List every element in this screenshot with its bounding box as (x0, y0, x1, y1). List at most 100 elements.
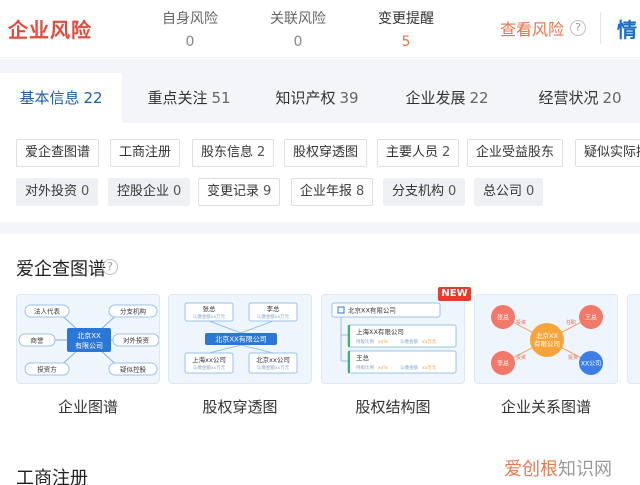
tab-development[interactable]: 企业发展 22 (390, 73, 504, 123)
risk-stat-label: 自身风险 (162, 11, 218, 27)
equity-structure-preview: 北京XX有限公司 上海XX有限公司 王总 持股比例 xx% 认缴金额 xx万元 … (331, 302, 457, 374)
chip-label: 变更记录 (207, 184, 260, 199)
card-equity-structure[interactable]: 北京XX有限公司 上海XX有限公司 王总 持股比例 xx% 认缴金额 xx万元 … (321, 294, 465, 384)
chip-label: 工商注册 (119, 145, 172, 160)
chip-label: 企业受益股东 (476, 145, 555, 160)
chip-label: 对外投资 (25, 184, 78, 199)
chip-annual-reports[interactable]: 企业年报 8 (291, 178, 374, 206)
chip-count: 0 (448, 184, 457, 199)
chip-count: 0 (526, 184, 535, 199)
chip-label: 总公司 (483, 184, 523, 199)
equity-node: 上海xx公司 (192, 355, 226, 364)
chip-label: 控股企业 (117, 184, 170, 199)
card-label[interactable]: 企业图谱 (16, 396, 160, 417)
chip-label: 爱企查图谱 (25, 145, 91, 160)
help-icon[interactable]: ? (570, 20, 586, 36)
graph-node: 商誉 (31, 336, 45, 345)
chip-branches[interactable]: 分支机构 0 (383, 178, 466, 206)
structure-meta: xx万元 (422, 339, 437, 345)
chip-change-records[interactable]: 变更记录 9 (198, 178, 281, 206)
tab-basic-info[interactable]: 基本信息 22 (0, 73, 122, 123)
risk-header: 企业风险 自身风险 0 关联风险 0 变更提醒 5 查看风险 ? 情 (0, 0, 640, 58)
chip-business-registration[interactable]: 工商注册 (110, 139, 181, 167)
relation-node: 李总 (497, 360, 509, 368)
relation-edge: 投资 (516, 354, 526, 361)
tab-label: 基本信息 (19, 89, 80, 107)
chip-holding-companies[interactable]: 控股企业 0 (108, 178, 191, 206)
tab-count: 51 (211, 89, 231, 107)
section-title: 爱企查图谱 (16, 259, 106, 280)
equity-sub: 认缴金额xx万元 (193, 364, 226, 371)
chip-outbound-investment[interactable]: 对外投资 0 (16, 178, 99, 206)
chip-key-personnel[interactable]: 主要人员 2 (377, 139, 460, 167)
graph-node: 投资方 (37, 365, 57, 374)
tab-ip[interactable]: 知识产权 39 (260, 73, 374, 123)
structure-meta: 认缴金额 (400, 338, 418, 345)
sub-nav-chips: 爱企查图谱 工商注册 股东信息 2 股权穿透图 主要人员 2 企业受益股东 疑似实际… (0, 123, 640, 223)
risk-stat-self[interactable]: 自身风险 0 (150, 8, 230, 50)
risk-stat-count: 5 (401, 34, 411, 50)
risk-stat-count: 0 (293, 34, 303, 50)
chip-count: 0 (173, 184, 182, 199)
relationship-graph-preview: 北京XX 有限公司 张总 王总 李总 XX公司 投资 任职 投资 投资 (491, 305, 603, 375)
chip-count: 2 (442, 145, 451, 160)
graph-node: 对外投资 (123, 336, 150, 345)
help-icon[interactable]: ? (102, 259, 118, 275)
relation-center-line2: 有限公司 (534, 339, 560, 348)
divider (600, 12, 601, 44)
chip-aiqicha-graph[interactable]: 爱企查图谱 (16, 139, 100, 167)
relation-edge: 投资 (568, 354, 578, 361)
equity-sub: 认缴金额xx万元 (257, 364, 290, 371)
card-partial[interactable] (627, 294, 640, 384)
relation-center-line1: 北京XX (536, 331, 558, 340)
new-badge: NEW (438, 287, 471, 301)
chip-actual-controller[interactable]: 疑似实际控 (575, 139, 640, 167)
graph-node: 分支机构 (120, 307, 147, 316)
graph-node: 法人代表 (34, 307, 61, 316)
chip-shareholders[interactable]: 股东信息 2 (192, 139, 275, 167)
chip-count: 9 (263, 184, 272, 199)
tab-key-focus[interactable]: 重点关注 51 (132, 73, 246, 123)
card-equity-penetration[interactable]: 北京XX有限公司 张总 李总 上海xx公司 北京xx公司 认缴金额xx万元 认缴… (168, 294, 312, 384)
structure-meta: 持股比例 (356, 338, 374, 345)
card-label[interactable]: 股权结构图 (321, 396, 465, 417)
tab-operations[interactable]: 经营状况 20 (520, 73, 640, 123)
risk-stat-related[interactable]: 关联风险 0 (258, 8, 338, 50)
chip-count: 0 (81, 184, 90, 199)
chip-label: 分支机构 (392, 184, 445, 199)
card-label[interactable]: 股权穿透图 (168, 396, 312, 417)
tab-label: 重点关注 (147, 89, 208, 107)
chip-label: 企业年报 (300, 184, 353, 199)
relation-node: 张总 (497, 314, 509, 322)
graph-center-line2: 有限公司 (75, 341, 103, 350)
view-risk-link[interactable]: 查看风险 (500, 16, 564, 40)
chip-beneficial-owners[interactable]: 企业受益股东 (467, 139, 564, 167)
card-enterprise-graph[interactable]: 北京XX 有限公司 法人代表 商誉 投资方 分支机构 对外投资 疑似控股 (16, 294, 160, 384)
chip-count: 8 (356, 184, 365, 199)
equity-sub: 认缴金额xx万元 (257, 313, 290, 320)
structure-meta: 持股比例 (356, 364, 374, 371)
tab-count: 22 (83, 89, 103, 107)
structure-meta: xx% (378, 365, 388, 371)
chip-label: 主要人员 (386, 145, 439, 160)
chip-head-office[interactable]: 总公司 0 (474, 178, 544, 206)
chip-equity-penetration[interactable]: 股权穿透图 (284, 139, 368, 167)
graph-center-line1: 北京XX (77, 331, 101, 340)
risk-stat-change[interactable]: 变更提醒 5 (366, 8, 446, 50)
main-tabs: 基本信息 22 重点关注 51 知识产权 39 企业发展 22 经营状况 20 (0, 73, 640, 123)
equity-sub: 认缴金额xx万元 (193, 313, 226, 320)
separator (0, 59, 640, 73)
risk-stat-count: 0 (185, 34, 195, 50)
chip-count: 2 (257, 145, 266, 160)
card-label[interactable]: 企业关系图谱 (474, 396, 618, 417)
structure-root: 北京XX有限公司 (348, 306, 396, 315)
structure-row-name: 王总 (356, 353, 370, 362)
enterprise-graph-preview: 北京XX 有限公司 法人代表 商誉 投资方 分支机构 对外投资 疑似控股 (18, 304, 159, 376)
relation-edge: 投资 (516, 319, 526, 326)
structure-meta: 认缴金额 (400, 364, 418, 371)
risk-title: 企业风险 (8, 18, 92, 42)
card-relationship-graph[interactable]: 北京XX 有限公司 张总 王总 李总 XX公司 投资 任职 投资 投资 (474, 294, 618, 384)
risk-stat-label: 关联风险 (270, 11, 326, 27)
chip-label: 股东信息 (201, 145, 254, 160)
relation-node: XX公司 (581, 361, 601, 368)
